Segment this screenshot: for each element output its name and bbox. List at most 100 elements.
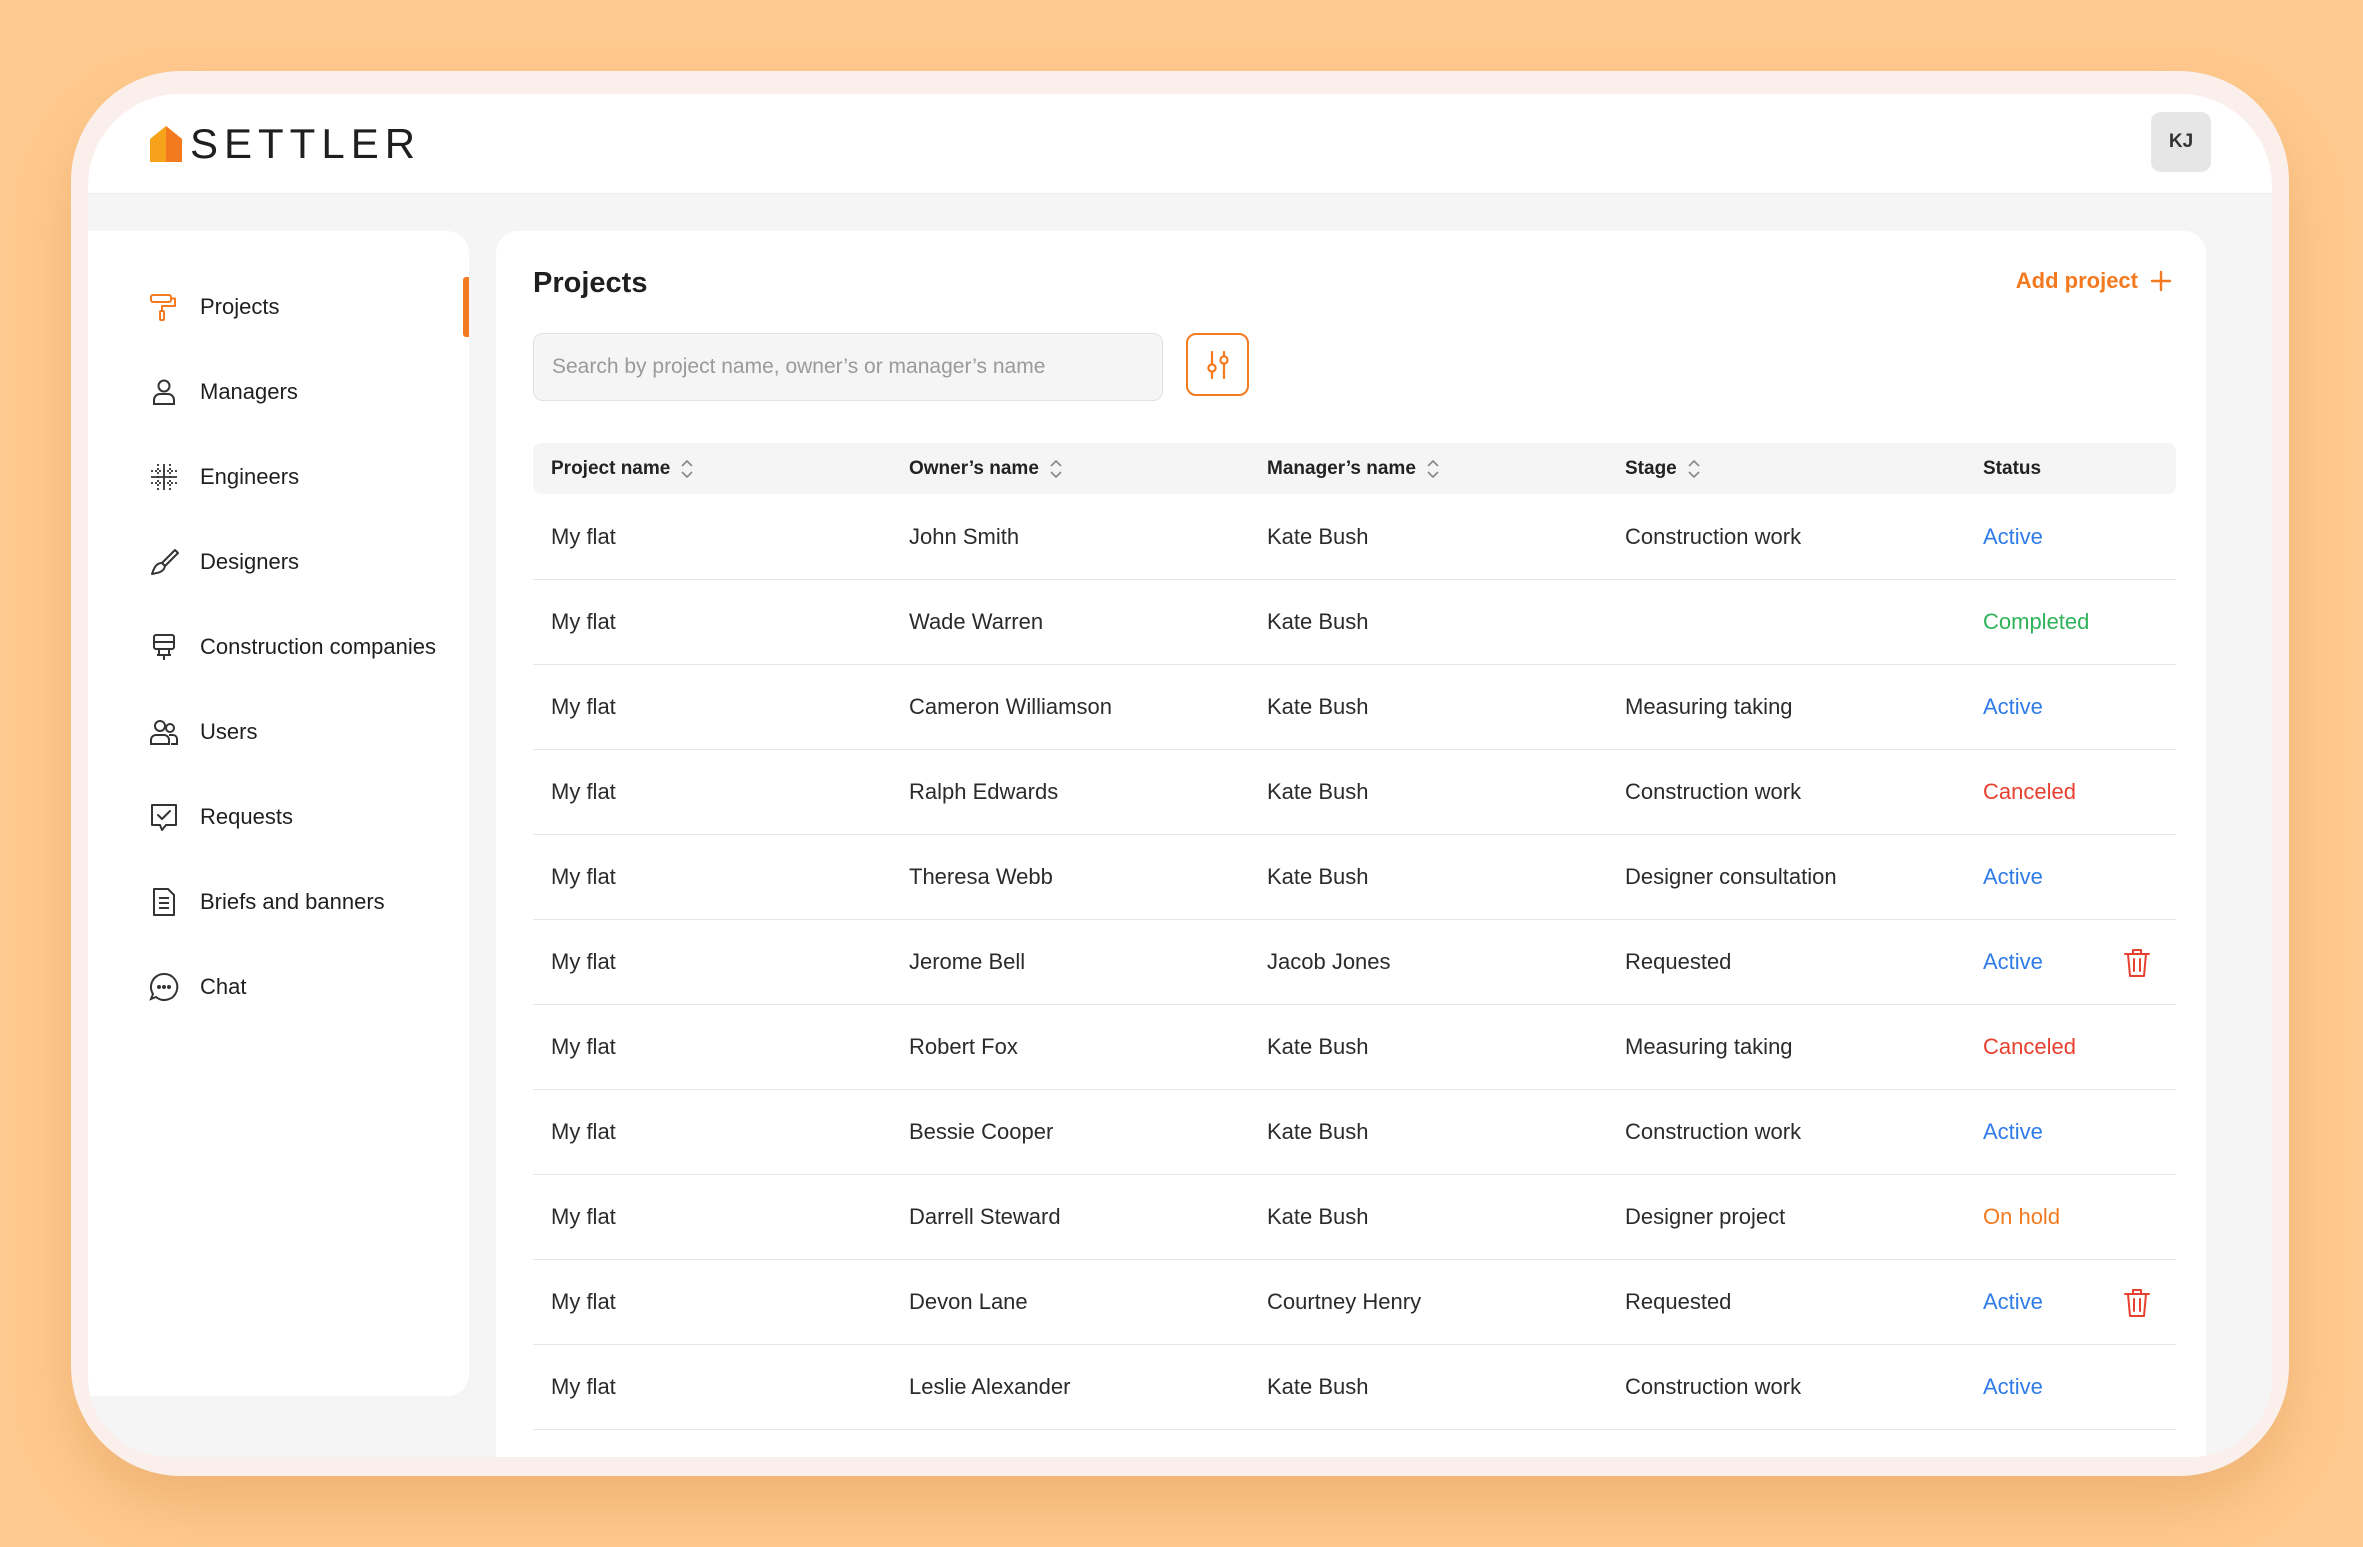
- status-cell: Active: [1983, 863, 2043, 889]
- table-row[interactable]: My flat Theresa Webb Kate Bush Designer con…: [533, 834, 2176, 920]
- stage-cell: Construction work: [1625, 523, 1802, 549]
- stage-cell: Construction work: [1625, 778, 1802, 804]
- project-name-cell: My flat: [551, 1118, 616, 1144]
- manager-name-cell: Kate Bush: [1267, 608, 1369, 634]
- status-cell: Active: [1983, 1118, 2043, 1144]
- person-icon: [148, 376, 180, 408]
- owner-name-cell: Devon Lane: [909, 1288, 1028, 1314]
- manager-name-cell: Kate Bush: [1267, 1118, 1369, 1144]
- sort-icon: [681, 459, 693, 478]
- manager-name-cell: Kate Bush: [1267, 863, 1369, 889]
- table-row[interactable]: My flat Darrell Steward Kate Bush Designer …: [533, 1174, 2176, 1260]
- col-manager-name-label: Manager’s name: [1267, 457, 1416, 479]
- project-name-cell: My flat: [551, 1033, 616, 1059]
- sort-icon: [1688, 459, 1700, 478]
- stage-cell: Designer project: [1625, 1203, 1786, 1229]
- sidebar: Projects Managers Engineers Designers Constr…: [88, 231, 469, 1396]
- table-row[interactable]: My flat Ralph Edwards Kate Bush Constructio…: [533, 749, 2176, 835]
- sidebar-item-label: Engineers: [200, 464, 300, 489]
- sidebar-item-label: Construction companies: [200, 634, 437, 659]
- filter-button[interactable]: [1186, 333, 1249, 396]
- project-name-cell: My flat: [551, 778, 616, 804]
- project-name-cell: My flat: [551, 1288, 616, 1314]
- grid-ruler-icon: [148, 461, 180, 493]
- col-project-name[interactable]: Project name: [551, 443, 694, 494]
- project-name-cell: My flat: [551, 1203, 616, 1229]
- add-project-label: Add project: [2015, 268, 2138, 293]
- avatar[interactable]: KJ: [2151, 112, 2211, 172]
- owner-name-cell: Cameron Williamson: [909, 693, 1112, 719]
- easel-icon: [148, 631, 180, 663]
- house-logo-icon: [150, 126, 182, 162]
- table-row[interactable]: My flat Leslie Alexander Kate Bush Construc…: [533, 1344, 2176, 1430]
- manager-name-cell: Kate Bush: [1267, 523, 1369, 549]
- col-stage[interactable]: Stage: [1625, 443, 1701, 494]
- sidebar-item-construction-companies[interactable]: Construction companies: [88, 617, 469, 677]
- table-row[interactable]: My flat Bessie Cooper Kate Bush Constructio…: [533, 1089, 2176, 1175]
- col-status: Status: [1983, 443, 2041, 494]
- delete-trash-icon[interactable]: [2123, 1287, 2151, 1319]
- col-owner-name-label: Owner’s name: [909, 457, 1039, 479]
- col-owner-name[interactable]: Owner’s name: [909, 443, 1063, 494]
- project-name-cell: My flat: [551, 863, 616, 889]
- device-frame: SETTLER KJ Projects Managers Engineers Desi…: [71, 71, 2289, 1476]
- project-name-cell: My flat: [551, 693, 616, 719]
- table-row[interactable]: My flat John Smith Kate Bush Construction w…: [533, 494, 2176, 580]
- table-row[interactable]: My flat Devon Lane Courtney Henry Requested…: [533, 1259, 2176, 1345]
- filter-sliders-icon: [1206, 350, 1229, 379]
- status-cell: Active: [1983, 948, 2043, 974]
- col-manager-name[interactable]: Manager’s name: [1267, 443, 1440, 494]
- checked-message-icon: [148, 801, 180, 833]
- stage-cell: Construction work: [1625, 1373, 1802, 1399]
- sidebar-item-managers[interactable]: Managers: [88, 362, 469, 422]
- project-name-cell: My flat: [551, 1373, 616, 1399]
- brush-icon: [148, 546, 180, 578]
- sidebar-item-engineers[interactable]: Engineers: [88, 447, 469, 507]
- table-row[interactable]: My flat Wade Warren Kate Bush Completed: [533, 579, 2176, 665]
- app-name: SETTLER: [190, 120, 422, 167]
- col-project-name-label: Project name: [551, 457, 671, 479]
- table-row[interactable]: My flat Cameron Williamson Kate Bush Measur…: [533, 664, 2176, 750]
- owner-name-cell: John Smith: [909, 523, 1020, 549]
- plus-icon: [2150, 270, 2172, 292]
- stage-cell: Construction work: [1625, 1118, 1802, 1144]
- status-cell: On hold: [1983, 1203, 2061, 1229]
- project-name-cell: My flat: [551, 523, 616, 549]
- sidebar-item-label: Chat: [200, 974, 247, 999]
- col-status-label: Status: [1983, 457, 2042, 479]
- sidebar-item-briefs-and-banners[interactable]: Briefs and banners: [88, 872, 469, 932]
- status-cell: Completed: [1983, 608, 2090, 634]
- page-title: Projects: [533, 267, 648, 299]
- table-header: Project name Owner’s name Manager’s name…: [533, 443, 2176, 494]
- owner-name-cell: Wade Warren: [909, 608, 1044, 634]
- col-stage-label: Stage: [1625, 457, 1677, 479]
- sidebar-item-label: Designers: [200, 549, 300, 574]
- owner-name-cell: Robert Fox: [909, 1033, 1018, 1059]
- sidebar-item-chat[interactable]: Chat: [88, 957, 469, 1017]
- sidebar-item-label: Requests: [200, 804, 293, 829]
- table-row[interactable]: My flat Jerome Bell Jacob Jones Requested Ac…: [533, 919, 2176, 1005]
- sidebar-item-users[interactable]: Users: [88, 702, 469, 762]
- sort-icon: [1050, 459, 1062, 478]
- project-name-cell: My flat: [551, 608, 616, 634]
- manager-name-cell: Kate Bush: [1267, 778, 1369, 804]
- delete-trash-icon[interactable]: [2123, 947, 2151, 979]
- search-input[interactable]: [533, 333, 1163, 401]
- owner-name-cell: Bessie Cooper: [909, 1118, 1054, 1144]
- add-project-button[interactable]: Add project: [2016, 268, 2172, 294]
- manager-name-cell: Jacob Jones: [1267, 948, 1391, 974]
- manager-name-cell: Kate Bush: [1267, 1033, 1369, 1059]
- status-cell: Active: [1983, 1373, 2043, 1399]
- logo[interactable]: SETTLER: [148, 120, 421, 168]
- sidebar-item-projects[interactable]: Projects: [88, 277, 469, 337]
- sidebar-item-requests[interactable]: Requests: [88, 787, 469, 847]
- status-cell: Active: [1983, 693, 2043, 719]
- stage-cell: Measuring taking: [1625, 1033, 1793, 1059]
- sidebar-item-designers[interactable]: Designers: [88, 532, 469, 592]
- app-screen: SETTLER KJ Projects Managers Engineers Desi…: [88, 94, 2272, 1457]
- sidebar-item-label: Briefs and banners: [200, 889, 385, 914]
- manager-name-cell: Kate Bush: [1267, 1373, 1369, 1399]
- sort-icon: [1427, 459, 1439, 478]
- table-row[interactable]: My flat Robert Fox Kate Bush Measuring taki…: [533, 1004, 2176, 1090]
- manager-name-cell: Courtney Henry: [1267, 1288, 1422, 1314]
